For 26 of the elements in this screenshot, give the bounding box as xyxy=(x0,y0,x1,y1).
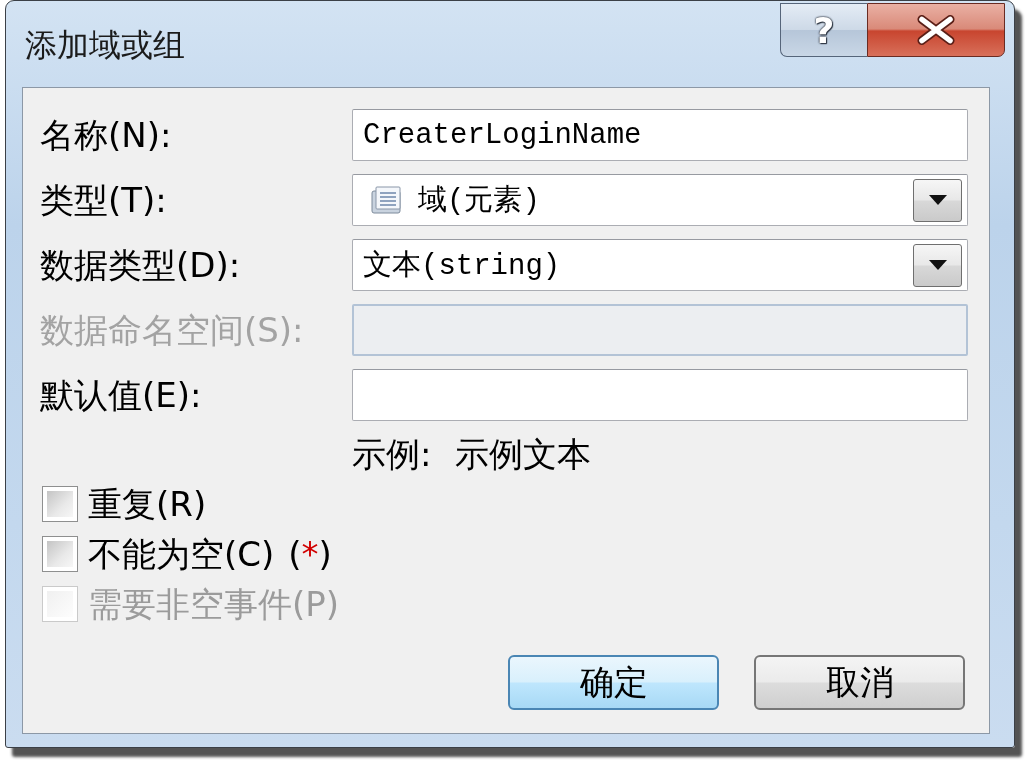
close-button[interactable] xyxy=(867,3,1005,57)
window-title: 添加域或组 xyxy=(25,25,185,65)
field-label: 数据命名空间(S): xyxy=(40,310,305,350)
close-icon xyxy=(916,15,956,45)
caret-icon xyxy=(928,195,947,205)
input-field[interactable] xyxy=(352,369,968,421)
required-note: (*) xyxy=(288,534,332,574)
input-field[interactable]: CreaterLoginName xyxy=(352,109,968,161)
dialog-button[interactable]: 确定 xyxy=(508,655,719,710)
checkbox-label: 需要非空事件(P) xyxy=(88,584,340,624)
dropdown-button[interactable] xyxy=(913,243,962,287)
checkbox[interactable] xyxy=(42,486,78,522)
caret-icon xyxy=(928,260,947,270)
example-text: 示例文本 xyxy=(455,434,592,474)
checkbox-label: 重复(R) xyxy=(88,484,207,524)
dialog-button[interactable]: 取消 xyxy=(754,655,965,710)
field-label: 默认值(E): xyxy=(40,375,203,415)
example-label: 示例: xyxy=(352,434,432,474)
checkbox[interactable] xyxy=(42,536,78,572)
dropdown[interactable]: 文本(string) xyxy=(352,239,968,291)
field-label: 数据类型(D): xyxy=(40,245,242,285)
checkbox-label: 不能为空(C) xyxy=(88,534,275,574)
dropdown-button[interactable] xyxy=(913,178,962,222)
dropdown[interactable]: 域(元素) xyxy=(352,174,968,226)
field-label: 类型(T): xyxy=(40,180,168,220)
field-label: 名称(N): xyxy=(40,115,173,155)
